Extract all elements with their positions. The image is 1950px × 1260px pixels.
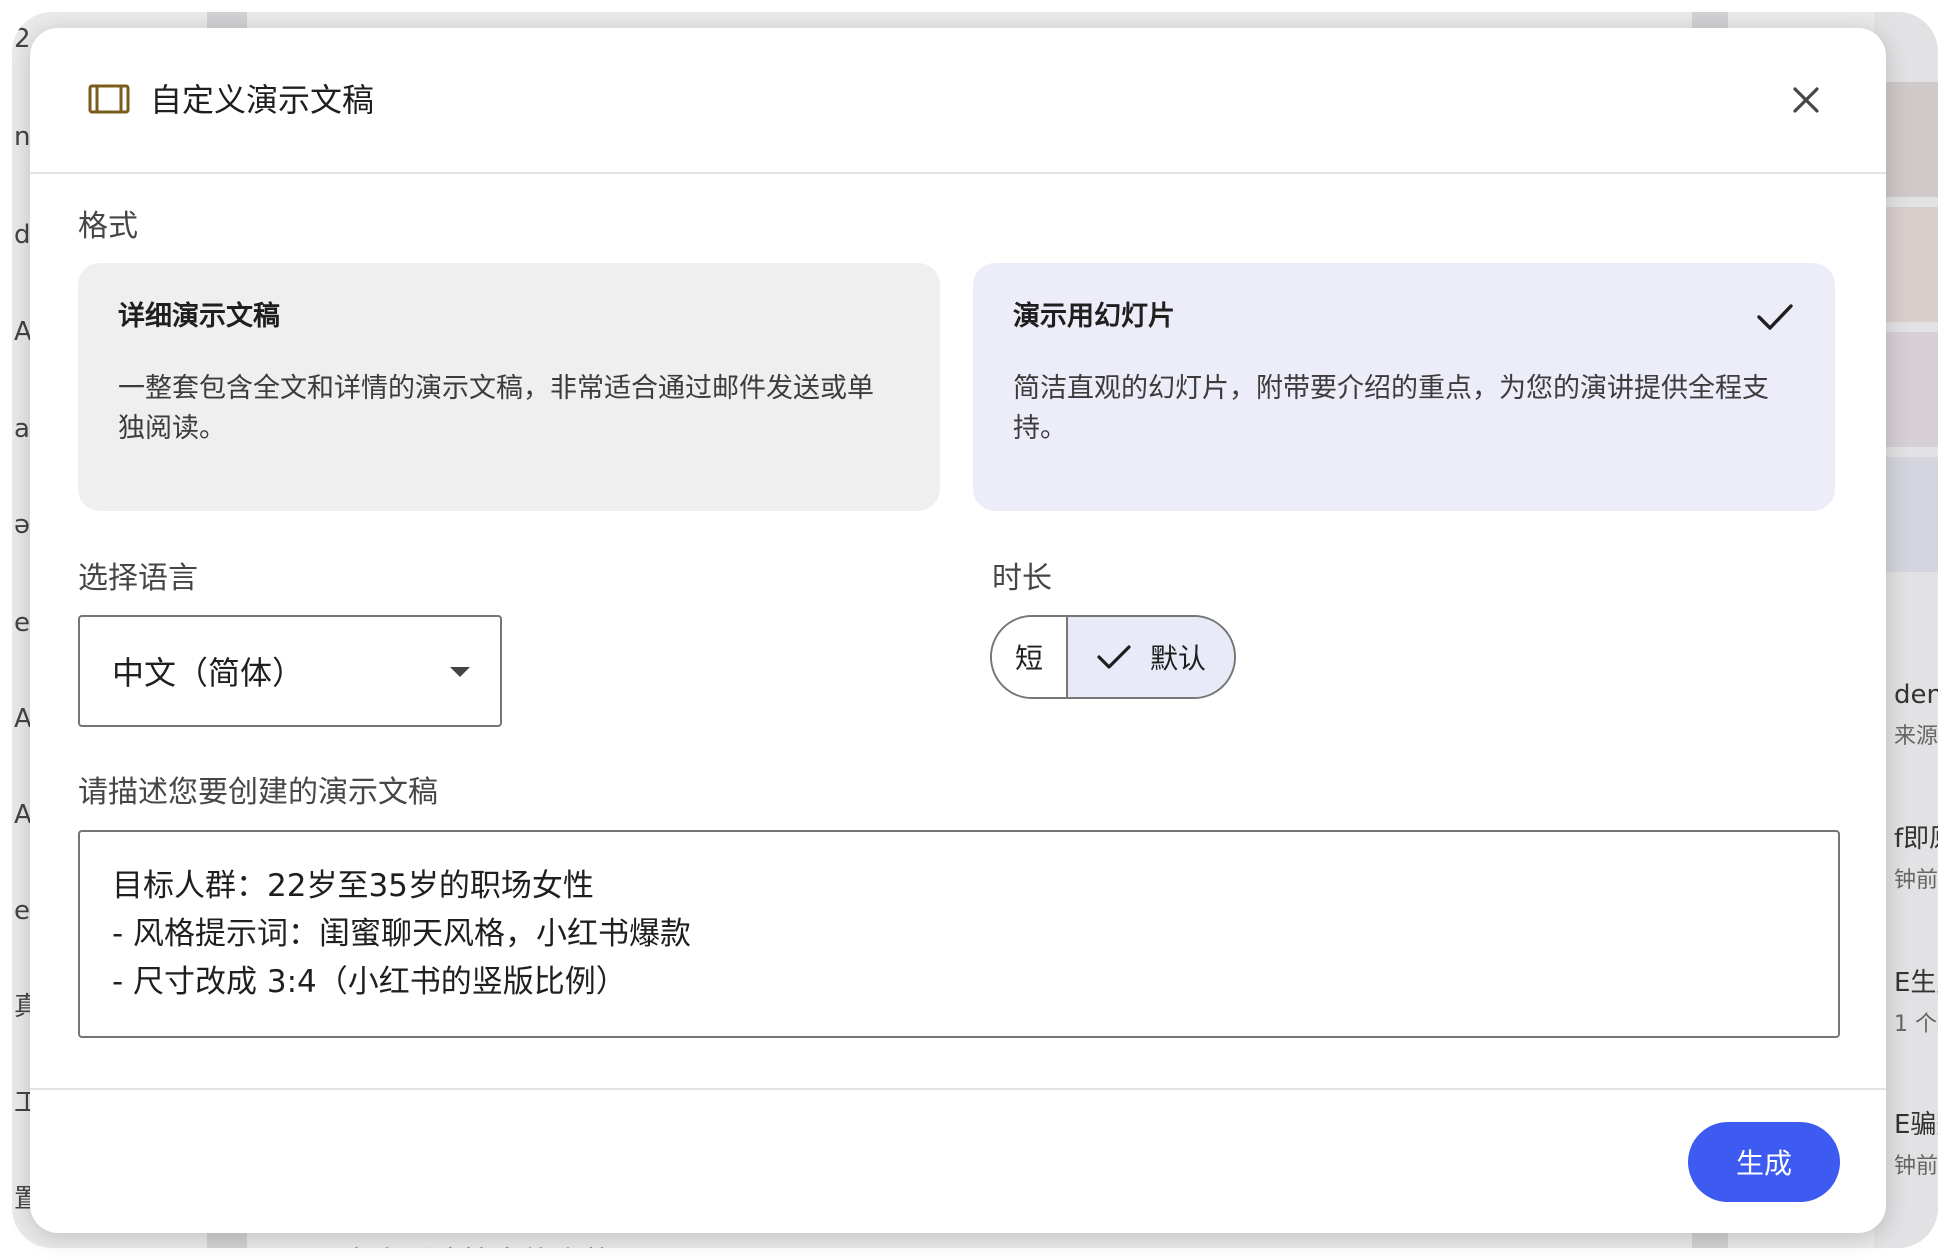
background-item-title: f即原 [1894,824,1938,854]
format-section-label: 格式 [78,209,138,244]
format-option-title: 演示用幻灯片 [1013,301,1175,332]
language-section-label: 选择语言 [78,561,198,596]
duration-option-label: 默认 [1149,642,1206,675]
language-selected-value: 中文（简体） [112,654,305,692]
close-icon[interactable] [1786,80,1826,120]
duration-toggle-group: 短 默认 [990,615,1236,699]
description-textarea[interactable]: 目标人群：22岁至35岁的职场女性 - 风格提示词：闺蜜聊天风格，小红书爆款 -… [78,830,1840,1038]
duration-option-default[interactable]: 默认 [1068,617,1234,697]
footer-divider [30,1088,1886,1090]
background-item-title: E生成 [1894,968,1938,998]
language-select[interactable]: 中文（简体） [78,615,502,727]
format-option-presenter-slides[interactable]: 演示用幻灯片 简洁直观的幻灯片，附带要介绍的重点，为您的演讲提供全程支持。 [973,263,1835,511]
background-item-title: dent [1894,680,1938,710]
format-option-title: 详细演示文稿 [118,301,280,332]
generate-button-label: 生成 [1735,1147,1792,1180]
format-option-description: 一整套包含全文和详情的演示文稿，非常适合通过邮件发送或单独阅读。 [118,373,874,444]
format-option-description: 简洁直观的幻灯片，附带要介绍的重点，为您的演讲提供全程支持。 [1013,373,1769,444]
background-item-subtitle: 钟前 [1894,1154,1938,1179]
background-item-subtitle: 来源 · [1894,724,1938,749]
generate-button[interactable]: 生成 [1688,1122,1840,1202]
background-item-title: E骗剂 [1894,1110,1938,1140]
dropdown-arrow-icon [450,667,470,677]
checkmark-icon [1757,304,1793,330]
customize-presentation-dialog: 自定义演示文稿 格式 详细演示文稿 一整套包含全文和详情的演示文稿，非常适合通过… [30,28,1886,1233]
background-item-subtitle: 1 个来 [1894,1012,1938,1037]
description-section-label: 请描述您要创建的演示文稿 [78,775,438,810]
duration-option-short[interactable]: 短 [992,617,1068,697]
background-item-subtitle: 钟前 [1894,868,1938,893]
duration-option-label: 短 [1014,642,1043,675]
format-option-detailed[interactable]: 详细演示文稿 一整套包含全文和详情的演示文稿，非常适合通过邮件发送或单独阅读。 [78,263,940,511]
duration-section-label: 时长 [992,561,1052,596]
dialog-title: 自定义演示文稿 [150,81,375,119]
background-bottom-text: 多人看清技术的底牌! [342,1238,624,1248]
slides-icon [88,84,130,114]
checkmark-icon [1097,645,1131,669]
dialog-header: 自定义演示文稿 [30,28,1886,174]
